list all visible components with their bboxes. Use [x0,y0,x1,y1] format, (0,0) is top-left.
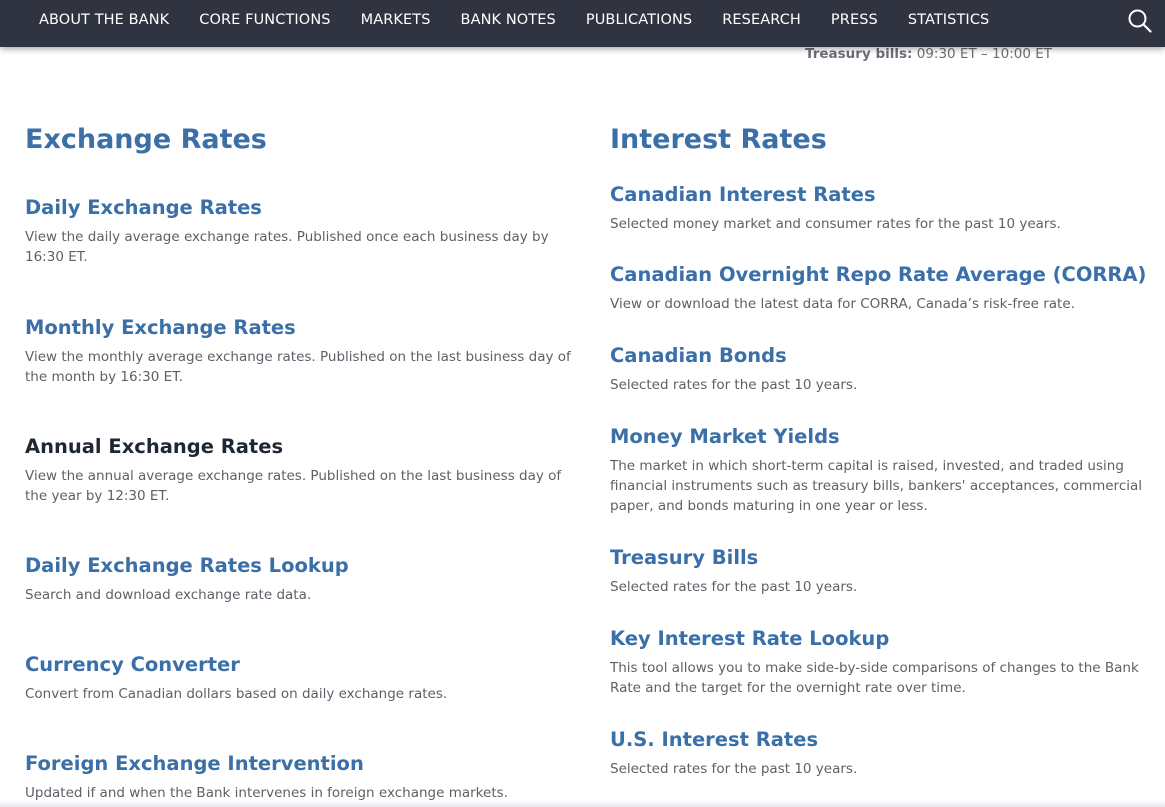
interest-item-us-rates: U.S. Interest Rates Selected rates for t… [610,727,1165,779]
exchange-item-lookup: Daily Exchange Rates Lookup Search and d… [25,553,585,605]
nav-item-markets[interactable]: MARKETS [346,12,446,28]
interest-item-canadian: Canadian Interest Rates Selected money m… [610,182,1165,234]
us-interest-rates-link[interactable]: U.S. Interest Rates [610,727,1165,753]
daily-exchange-rates-link[interactable]: Daily Exchange Rates [25,195,585,221]
treasury-bills-time: 09:30 ET – 10:00 ET [912,46,1053,62]
treasury-bills-link[interactable]: Treasury Bills [610,545,1165,571]
exchange-rates-heading: Exchange Rates [25,124,267,155]
top-navigation-bar: ABOUT THE BANK CORE FUNCTIONS MARKETS BA… [0,0,1165,47]
search-icon [1128,9,1152,33]
currency-converter-link[interactable]: Currency Converter [25,652,585,678]
corra-desc: View or download the latest data for COR… [610,296,1075,312]
monthly-exchange-rates-desc: View the monthly average exchange rates.… [25,349,571,385]
currency-converter-desc: Convert from Canadian dollars based on d… [25,686,448,702]
daily-exchange-rates-lookup-desc: Search and download exchange rate data. [25,587,312,603]
nav-item-bank-notes[interactable]: BANK NOTES [446,12,571,28]
us-interest-rates-desc: Selected rates for the past 10 years. [610,761,858,777]
search-button[interactable] [1127,8,1153,34]
daily-exchange-rates-lookup-link[interactable]: Daily Exchange Rates Lookup [25,553,585,579]
canadian-bonds-desc: Selected rates for the past 10 years. [610,377,858,393]
interest-item-money-market: Money Market Yields The market in which … [610,424,1165,516]
exchange-rates-section: Exchange Rates Daily Exchange Rates View… [25,120,585,801]
canadian-interest-rates-desc: Selected money market and consumer rates… [610,216,1061,232]
exchange-item-annual: Annual Exchange Rates View the annual av… [25,434,585,506]
interest-rates-heading: Interest Rates [610,124,827,155]
money-market-yields-link[interactable]: Money Market Yields [610,424,1165,450]
nav-item-statistics[interactable]: STATISTICS [893,12,1005,28]
canadian-bonds-link[interactable]: Canadian Bonds [610,343,1165,369]
interest-item-key-rate-lookup: Key Interest Rate Lookup This tool allow… [610,626,1165,698]
nav-item-research[interactable]: RESEARCH [707,12,816,28]
exchange-item-converter: Currency Converter Convert from Canadian… [25,652,585,704]
exchange-item-monthly: Monthly Exchange Rates View the monthly … [25,315,585,387]
annual-exchange-rates-link[interactable]: Annual Exchange Rates [25,434,585,460]
foreign-exchange-intervention-link[interactable]: Foreign Exchange Intervention [25,751,585,777]
nav-item-press[interactable]: PRESS [816,12,893,28]
nav-item-core-functions[interactable]: CORE FUNCTIONS [184,12,345,28]
key-interest-rate-lookup-link[interactable]: Key Interest Rate Lookup [610,626,1165,652]
treasury-bills-label: Treasury bills: [805,46,913,62]
daily-exchange-rates-desc: View the daily average exchange rates. P… [25,229,549,265]
exchange-item-daily: Daily Exchange Rates View the daily aver… [25,195,585,267]
interest-rates-section: Interest Rates Canadian Interest Rates S… [610,120,1165,777]
main-menu: ABOUT THE BANK CORE FUNCTIONS MARKETS BA… [24,0,1004,40]
interest-item-treasury-bills: Treasury Bills Selected rates for the pa… [610,545,1165,597]
interest-item-corra: Canadian Overnight Repo Rate Average (CO… [610,262,1165,314]
monthly-exchange-rates-link[interactable]: Monthly Exchange Rates [25,315,585,341]
corra-link[interactable]: Canadian Overnight Repo Rate Average (CO… [610,262,1165,288]
treasury-bills-auction-time: Treasury bills: 09:30 ET – 10:00 ET [805,46,1052,62]
key-interest-rate-lookup-desc: This tool allows you to make side-by-sid… [610,660,1139,696]
bottom-scroll-fade [0,800,1165,807]
interest-item-bonds: Canadian Bonds Selected rates for the pa… [610,343,1165,395]
nav-item-publications[interactable]: PUBLICATIONS [571,12,707,28]
exchange-item-intervention: Foreign Exchange Intervention Updated if… [25,751,585,803]
nav-item-about-the-bank[interactable]: ABOUT THE BANK [24,12,184,28]
annual-exchange-rates-desc: View the annual average exchange rates. … [25,468,562,504]
treasury-bills-desc: Selected rates for the past 10 years. [610,579,858,595]
money-market-yields-desc: The market in which short-term capital i… [610,458,1143,514]
canadian-interest-rates-link[interactable]: Canadian Interest Rates [610,182,1165,208]
